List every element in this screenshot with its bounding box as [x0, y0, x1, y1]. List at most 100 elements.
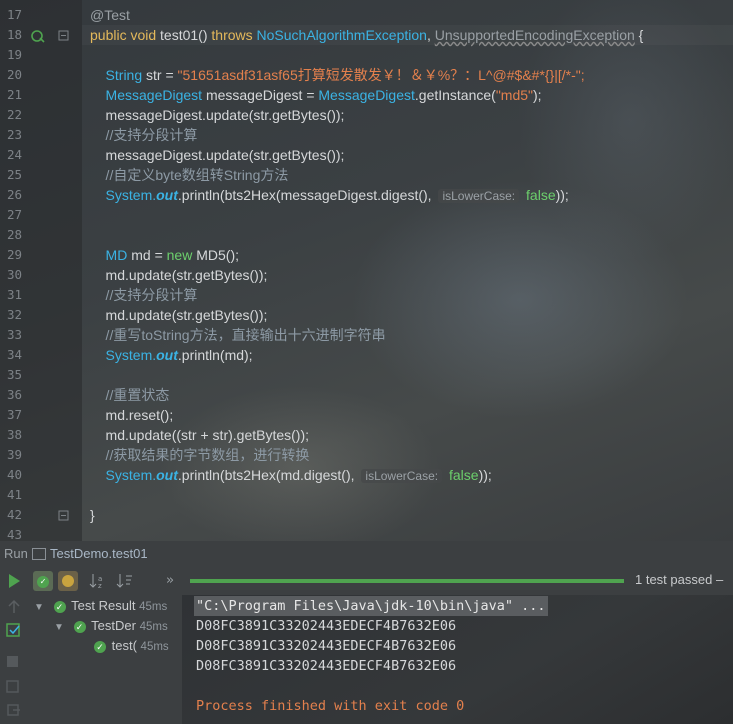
- tree-item-test-method[interactable]: ✓ test( 45ms: [94, 636, 169, 656]
- code-line[interactable]: 30 md.update(str.getBytes());: [0, 265, 733, 285]
- code-line[interactable]: 24 messageDigest.update(str.getBytes());: [0, 145, 733, 165]
- tree-item-label: TestDer: [91, 618, 136, 633]
- run-label[interactable]: Run: [4, 546, 28, 561]
- code-token: MD5();: [196, 247, 239, 263]
- code-token: out: [156, 347, 178, 363]
- tree-item-test-results[interactable]: ▼ ✓ Test Result 45ms: [34, 596, 167, 616]
- code-line[interactable]: 21 MessageDigest messageDigest = Message…: [0, 85, 733, 105]
- line-number: 20: [6, 67, 22, 82]
- line-number: 28: [6, 227, 22, 242]
- code-token: //支持分段计算: [90, 287, 198, 303]
- test-progress-fill: [190, 579, 624, 583]
- code-line[interactable]: 39 //获取结果的字节数组，进行转换: [0, 445, 733, 465]
- code-token: out: [156, 467, 178, 483]
- code-token: md =: [131, 247, 167, 263]
- console-exit-message: Process finished with exit code 0: [196, 698, 465, 714]
- line-number: 19: [6, 47, 22, 62]
- run-config-name[interactable]: TestDemo.test01: [50, 546, 148, 561]
- sort-alphabetically-icon[interactable]: az: [88, 571, 108, 591]
- code-token: //自定义byte数组转String方法: [90, 167, 289, 183]
- code-text: System.out.println(bts2Hex(md.digest(), …: [90, 465, 492, 486]
- code-text: System.out.println(md);: [90, 345, 253, 365]
- code-token: //支持分段计算: [90, 127, 198, 143]
- show-passed-icon[interactable]: ✓: [33, 571, 53, 591]
- code-line[interactable]: 36 //重置状态: [0, 385, 733, 405]
- tree-item-test-class[interactable]: ▼ ✓ TestDer 45ms: [54, 616, 168, 636]
- code-line[interactable]: 35: [0, 365, 733, 385]
- code-line[interactable]: 38 md.update((str + str).getBytes());: [0, 425, 733, 445]
- code-line[interactable]: 43: [0, 525, 733, 541]
- line-number: 43: [6, 527, 22, 541]
- code-text: //获取结果的字节数组，进行转换: [90, 445, 310, 465]
- code-token: test01(): [160, 27, 212, 43]
- show-ignored-icon[interactable]: [58, 571, 78, 591]
- code-line[interactable]: 25 //自定义byte数组转String方法: [0, 165, 733, 185]
- code-token: md.update((str + str).getBytes());: [90, 427, 310, 443]
- code-line[interactable]: 29 MD md = new MD5();: [0, 245, 733, 265]
- code-text: messageDigest.update(str.getBytes());: [90, 105, 345, 125]
- tree-item-label: Test Result: [71, 598, 136, 613]
- code-token: );: [533, 87, 542, 103]
- line-number: 25: [6, 167, 22, 182]
- line-number: 30: [6, 267, 22, 282]
- code-token: UnsupportedEncodingException: [434, 27, 635, 43]
- run-config-icon: [32, 548, 46, 560]
- line-number: 31: [6, 287, 22, 302]
- code-line[interactable]: 37 md.reset();: [0, 405, 733, 425]
- code-token: .getInstance(: [414, 87, 496, 103]
- rerun-failed-icon[interactable]: [6, 599, 22, 615]
- console-output[interactable]: "C:\Program Files\Java\jdk-10\bin\java" …: [182, 595, 733, 724]
- code-line[interactable]: 28: [0, 225, 733, 245]
- code-token: .println(bts2Hex(messageDigest.digest(),: [177, 187, 436, 203]
- sort-by-duration-icon[interactable]: [115, 571, 135, 591]
- code-line[interactable]: 18 public void test01() throws NoSuchAlgo…: [0, 25, 733, 45]
- code-line[interactable]: 27: [0, 205, 733, 225]
- code-token: System.: [90, 467, 157, 483]
- code-token: messageDigest.update(str.getBytes());: [90, 147, 345, 163]
- code-line[interactable]: 31 //支持分段计算: [0, 285, 733, 305]
- code-text: }: [90, 505, 95, 525]
- code-line[interactable]: 20 String str = "51651asdf31asf65打算短发散发￥…: [0, 65, 733, 85]
- expand-icon[interactable]: ▼: [54, 622, 64, 633]
- code-line[interactable]: 26 System.out.println(bts2Hex(messageDig…: [0, 185, 733, 205]
- code-line[interactable]: 23 //支持分段计算: [0, 125, 733, 145]
- code-text: System.out.println(bts2Hex(messageDigest…: [90, 185, 569, 206]
- code-token: .println(bts2Hex(md.digest(),: [177, 467, 359, 483]
- line-number: 38: [6, 427, 22, 442]
- console-command-line[interactable]: "C:\Program Files\Java\jdk-10\bin\java" …: [194, 596, 548, 616]
- rerun-icon[interactable]: [4, 571, 24, 591]
- code-line[interactable]: 22 messageDigest.update(str.getBytes());: [0, 105, 733, 125]
- fold-end-icon[interactable]: [58, 510, 70, 522]
- line-number: 26: [6, 187, 22, 202]
- more-actions-icon[interactable]: »: [166, 571, 186, 591]
- line-number: 22: [6, 107, 22, 122]
- line-number: 42: [6, 507, 22, 522]
- layout-icon[interactable]: [6, 680, 20, 694]
- code-text: md.update(str.getBytes());: [90, 265, 268, 285]
- code-line[interactable]: 40 System.out.println(bts2Hex(md.digest(…: [0, 465, 733, 485]
- console-output-line: D08FC3891C33202443EDECF4B7632E06: [196, 658, 457, 674]
- code-text: md.update((str + str).getBytes());: [90, 425, 309, 445]
- code-line[interactable]: 34 System.out.println(md);: [0, 345, 733, 365]
- line-number: 24: [6, 147, 22, 162]
- code-line[interactable]: 17 @Test: [0, 5, 733, 25]
- code-text: md.reset();: [90, 405, 174, 425]
- toggle-auto-test-icon[interactable]: [5, 622, 23, 640]
- passed-icon: ✓: [94, 640, 106, 653]
- exit-icon[interactable]: [6, 703, 20, 717]
- stop-icon[interactable]: [6, 655, 20, 669]
- code-line[interactable]: 42}: [0, 505, 733, 525]
- code-line[interactable]: 19: [0, 45, 733, 65]
- code-line[interactable]: 41: [0, 485, 733, 505]
- code-text: //支持分段计算: [90, 125, 198, 145]
- fold-icon[interactable]: [58, 30, 70, 42]
- expand-icon[interactable]: ▼: [34, 602, 44, 613]
- code-line[interactable]: 33 //重写toString方法，直接输出十六进制字符串: [0, 325, 733, 345]
- code-line[interactable]: 32 md.update(str.getBytes());: [0, 305, 733, 325]
- code-editor[interactable]: 17 @Test 18 public void test01() throws NoS…: [0, 0, 733, 541]
- code-token: messageDigest =: [205, 87, 319, 103]
- line-number: 41: [6, 487, 22, 502]
- code-text: String str = "51651asdf31asf65打算短发散发￥！＆￥…: [90, 65, 585, 85]
- run-test-gutter-icon[interactable]: [30, 29, 46, 43]
- code-token: md.update(str.getBytes());: [90, 267, 268, 283]
